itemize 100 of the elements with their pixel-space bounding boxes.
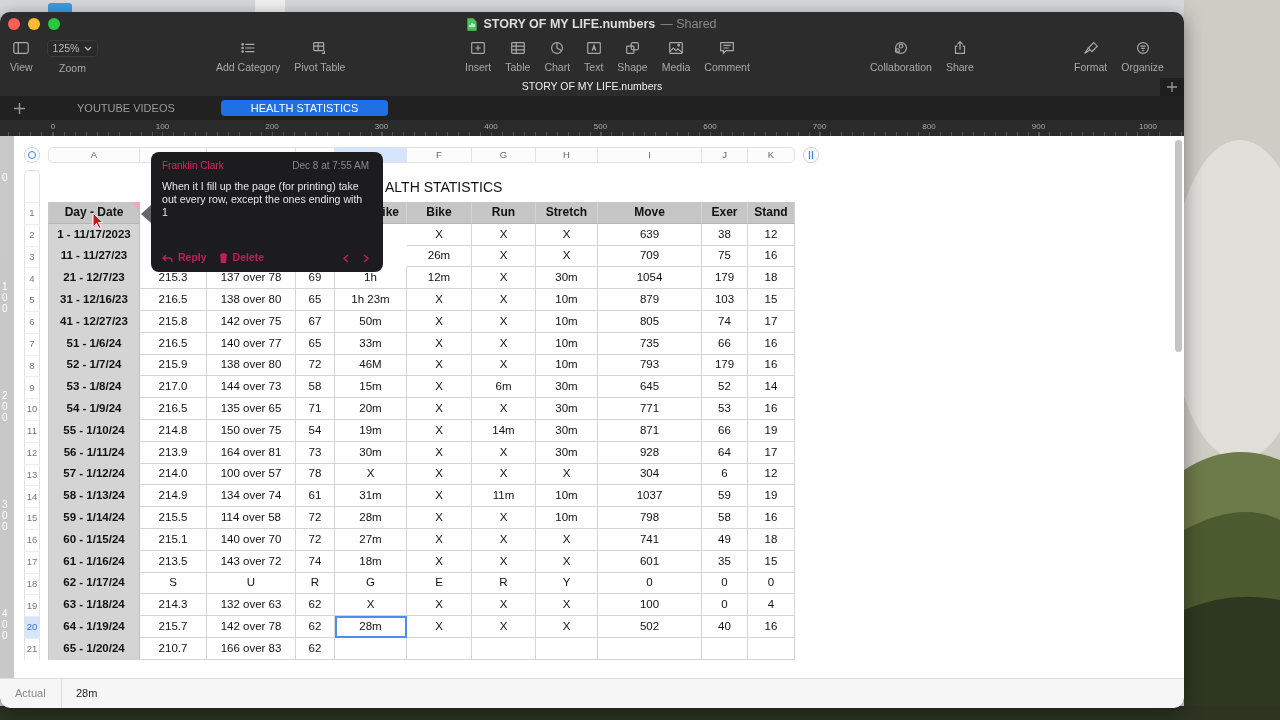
table-cell: 138 over 80 — [207, 354, 296, 377]
table-cell: 143 over 72 — [207, 550, 296, 573]
table-cell: X — [407, 419, 472, 442]
toolbar-label: Zoom — [59, 61, 86, 76]
table-cell: U — [207, 572, 296, 595]
table-cell: 58 — [702, 507, 748, 529]
table-cell: 19m — [335, 419, 407, 442]
table-cell: 214.8 — [140, 419, 207, 442]
table-cell: 19 — [748, 419, 795, 442]
table-cell: 16 — [748, 245, 795, 268]
ruler-mark: 500 — [593, 121, 608, 133]
table-cell: Y — [536, 572, 598, 595]
table-cell: 217.0 — [140, 376, 207, 399]
table-cell: 30m — [536, 376, 598, 399]
table-cell: X — [407, 594, 472, 617]
table-cell: 215.8 — [140, 311, 207, 333]
table-cell: 61 — [296, 485, 335, 508]
table-cell: 62 — [296, 594, 335, 617]
table-cell: 741 — [598, 528, 702, 551]
table-cell: 18 — [748, 528, 795, 551]
share-status: — Shared — [660, 15, 717, 33]
table-cell: X — [472, 223, 536, 246]
date-cell: 58 - 1/13/24 — [48, 485, 140, 508]
table-cell: 164 over 81 — [207, 441, 296, 464]
table-cell: 10m — [536, 354, 598, 377]
table-cell: X — [536, 245, 598, 268]
table-cell: X — [472, 507, 536, 529]
zoom-value: 125% — [52, 40, 80, 56]
table-cell: X — [472, 550, 536, 573]
table-cell: 805 — [598, 311, 702, 333]
table-cell: 132 over 63 — [207, 594, 296, 617]
table-cell: 10m — [536, 311, 598, 333]
ruler-mark: 800 — [922, 121, 936, 133]
table-cell: 639 — [598, 223, 702, 246]
table-cell: 54 — [296, 419, 335, 442]
table-cell: 0 — [702, 594, 748, 617]
table-cell: 215.7 — [140, 616, 207, 638]
table-cell: 46M — [335, 354, 407, 377]
table-cell: 0 — [748, 572, 795, 595]
table-cell: 134 over 74 — [207, 485, 296, 508]
table-cell: 16 — [748, 398, 795, 420]
table-cell: 735 — [598, 332, 702, 355]
table-cell: R — [296, 572, 335, 595]
table-cell: X — [407, 463, 472, 486]
table-cell: 142 over 75 — [207, 311, 296, 333]
ruler-mark: 700 — [812, 121, 827, 133]
table-cell: 52 — [702, 376, 748, 399]
table-cell: 10m — [536, 332, 598, 355]
table-cell: 6m — [472, 376, 536, 399]
table-cell: X — [472, 441, 536, 464]
date-cell: 61 - 1/16/24 — [48, 550, 140, 573]
table-cell: 62 — [296, 616, 335, 638]
table-cell: X — [536, 616, 598, 638]
table-cell: 213.5 — [140, 550, 207, 573]
table-cell: X — [536, 528, 598, 551]
date-cell: 41 - 12/27/23 — [48, 311, 140, 333]
table-cell: 49 — [702, 528, 748, 551]
table-cell: 16 — [748, 616, 795, 638]
table-cell: 179 — [702, 267, 748, 290]
table-cell: 64 — [702, 441, 748, 464]
table-cell: X — [536, 550, 598, 573]
table-cell: 142 over 78 — [207, 616, 296, 638]
table-cell: 210.7 — [140, 637, 207, 660]
table-title: ALTH STATISTICS — [385, 178, 504, 197]
column-header: Run — [472, 202, 536, 224]
table-cell: R — [472, 572, 536, 595]
column-header: Move — [598, 202, 702, 224]
table-cell: X — [407, 223, 472, 246]
table-cell: 0 — [598, 572, 702, 595]
table-cell: 62 — [296, 637, 335, 660]
table-cell: 928 — [598, 441, 702, 464]
table-cell: X — [407, 528, 472, 551]
table-cell: 166 over 83 — [207, 637, 296, 660]
ruler-mark: 600 — [703, 121, 717, 133]
table-cell: 150 over 75 — [207, 419, 296, 442]
comment-date: Dec 8 at 7:55 AM — [292, 159, 369, 173]
table-cell: X — [407, 398, 472, 420]
table-cell: 6 — [702, 463, 748, 486]
table-cell: X — [536, 223, 598, 246]
date-cell: 65 - 1/20/24 — [48, 637, 140, 660]
table-cell: 30m — [335, 441, 407, 464]
table-cell: 114 over 58 — [207, 507, 296, 529]
table-cell: 74 — [702, 311, 748, 333]
table-cell: 71 — [296, 398, 335, 420]
ruler-mark: 0 — [50, 121, 56, 133]
table-cell: 11m — [472, 485, 536, 508]
table-cell: 72 — [296, 507, 335, 529]
ruler-mark: 300 — [374, 121, 389, 133]
column-header: Exer — [702, 202, 748, 224]
table-cell: 38 — [702, 223, 748, 246]
ruler-mark: 200 — [265, 121, 279, 133]
table-cell: 30m — [536, 419, 598, 442]
date-cell: 54 - 1/9/24 — [48, 398, 140, 420]
table-cell: 53 — [702, 398, 748, 420]
table-cell: 135 over 65 — [207, 398, 296, 420]
table-cell: 771 — [598, 398, 702, 420]
table-cell: 30m — [536, 267, 598, 290]
table-cell: 74 — [296, 550, 335, 573]
table-cell: 4 — [748, 594, 795, 617]
table-cell: X — [472, 616, 536, 638]
